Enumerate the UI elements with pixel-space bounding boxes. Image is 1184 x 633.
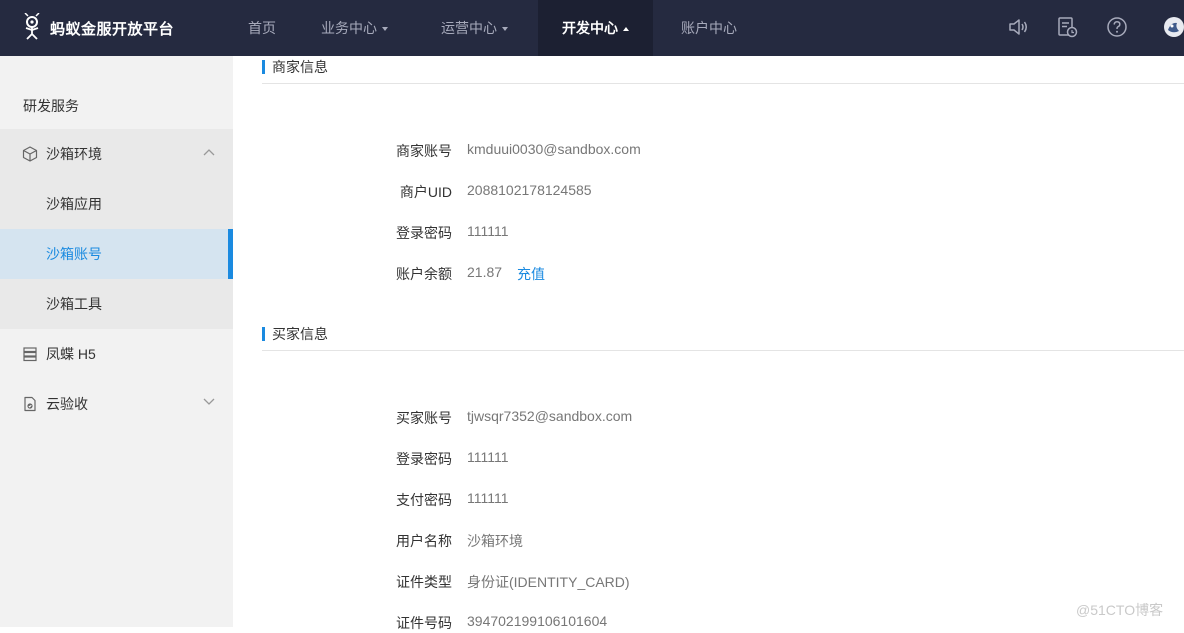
sidebar-heading: 研发服务	[23, 98, 79, 114]
caret-down-icon	[382, 27, 388, 32]
sidebar-item-fengdie[interactable]: 凤蝶 H5	[0, 329, 233, 379]
recharge-link[interactable]: 充值	[517, 264, 545, 284]
help-icon[interactable]	[1106, 16, 1128, 38]
buyer-section-title: 买家信息	[262, 326, 328, 342]
volume-icon[interactable]	[1007, 16, 1029, 38]
buyer-pay-password-row: 支付密码 111111	[396, 490, 509, 508]
caret-up-icon	[623, 27, 629, 32]
merchant-section-title: 商家信息	[262, 59, 328, 75]
buyer-id-number-row: 证件号码 394702199106101604	[396, 613, 608, 631]
buyer-username-row: 用户名称 沙箱环境	[396, 533, 523, 549]
merchant-balance-row: 账户余额 21.87 充值	[396, 264, 545, 284]
ant-logo-icon	[24, 13, 40, 40]
watermark: @51CTO博客	[1076, 602, 1164, 618]
buyer-login-password-row: 登录密码 111111	[396, 449, 509, 467]
section-divider	[262, 350, 1184, 351]
brand-name: 蚂蚁金服开放平台	[50, 20, 175, 38]
merchant-uid-row: 商户UID 2088102178124585	[399, 182, 592, 200]
nav-account-center[interactable]: 账户中心	[681, 0, 737, 56]
nav-dev-center[interactable]: 开发中心	[538, 0, 653, 56]
top-navbar: 蚂蚁金服开放平台 首页 业务中心 运营中心 开发中心 账户中心	[0, 0, 1184, 56]
caret-down-icon	[502, 27, 508, 32]
merchant-password-row: 登录密码 111111	[396, 223, 509, 241]
section-divider	[262, 83, 1184, 84]
nav-home[interactable]: 首页	[248, 0, 276, 56]
buyer-account-row: 买家账号 tjwsqr7352@sandbox.com	[396, 408, 633, 426]
stack-icon	[23, 347, 37, 362]
buyer-id-type-row: 证件类型 身份证(IDENTITY_CARD)	[396, 574, 630, 590]
chevron-down-icon	[203, 398, 215, 405]
avatar[interactable]	[1163, 16, 1184, 38]
brand-logo[interactable]: 蚂蚁金服开放平台	[20, 12, 174, 44]
sidebar-item-sandbox-tools[interactable]: 沙箱工具	[0, 279, 233, 329]
nav-business-center[interactable]: 业务中心	[321, 0, 388, 56]
merchant-account-row: 商家账号 kmduui0030@sandbox.com	[396, 141, 641, 159]
nav-operation-center[interactable]: 运营中心	[441, 0, 508, 56]
notice-list-icon[interactable]	[1056, 16, 1078, 38]
